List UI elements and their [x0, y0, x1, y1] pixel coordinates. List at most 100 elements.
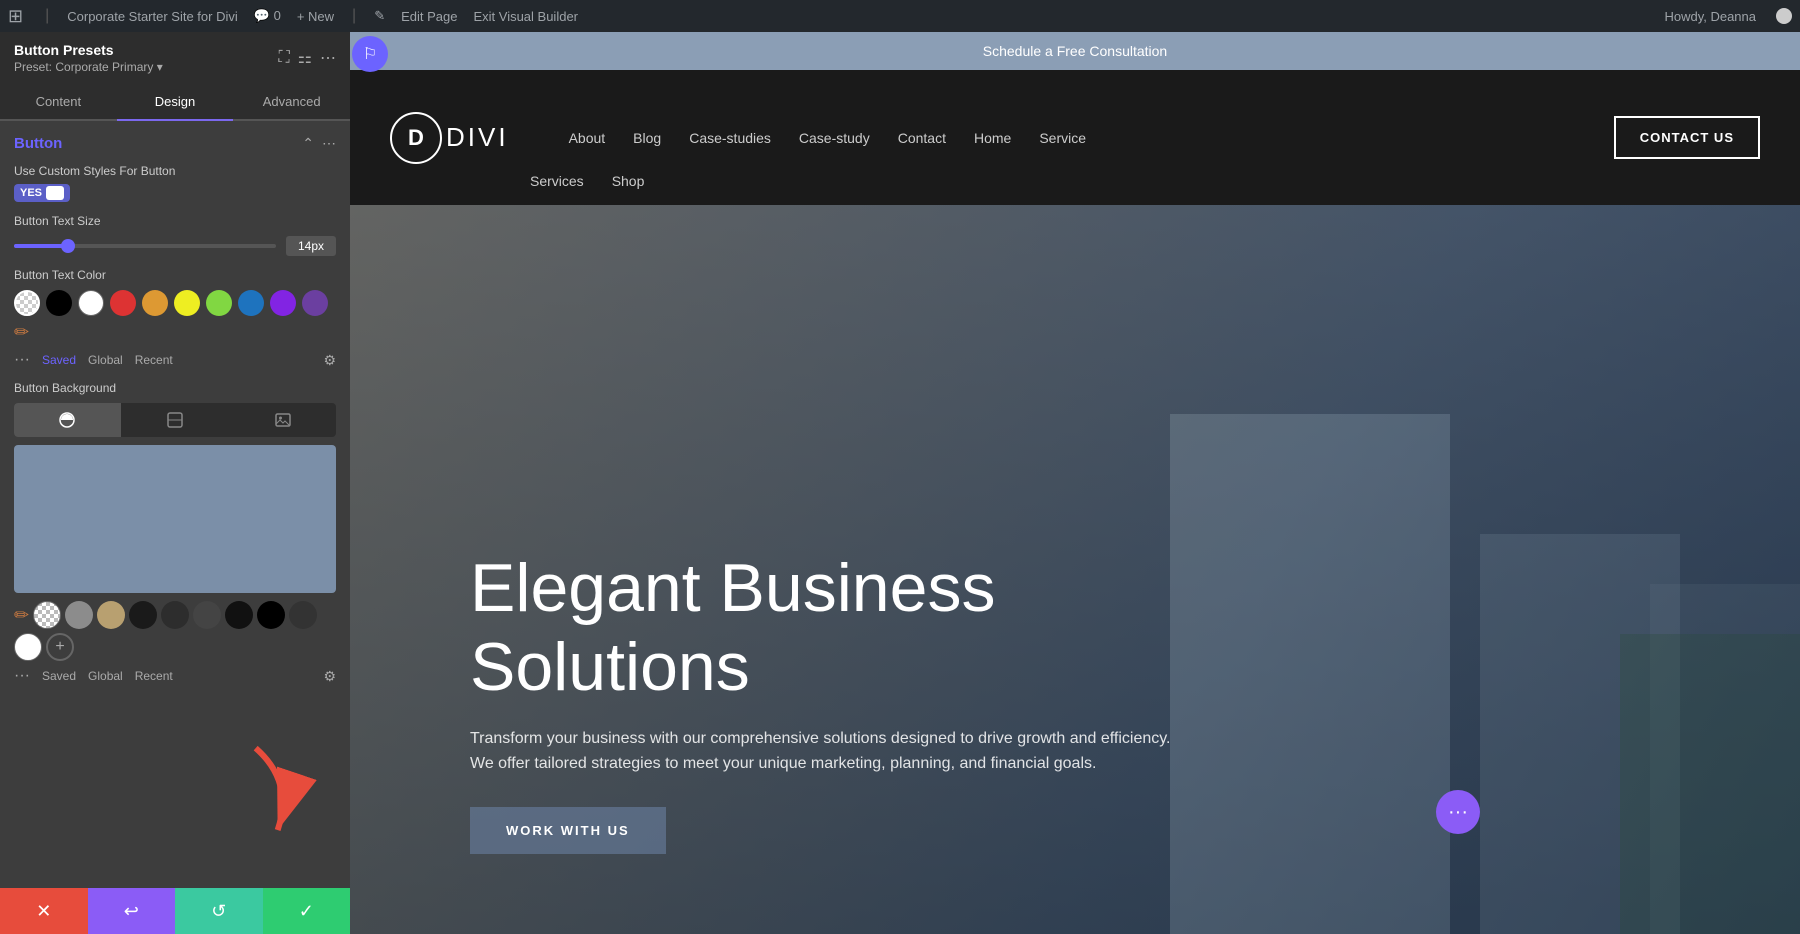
user-avatar: [1776, 8, 1792, 24]
collapse-icon[interactable]: ⌃: [302, 135, 314, 152]
panel-title: Button Presets: [14, 42, 163, 58]
nav-link-services[interactable]: Services: [530, 173, 584, 189]
cancel-icon: ✕: [36, 901, 51, 922]
color-swatch-purple[interactable]: [270, 290, 296, 316]
contact-us-button[interactable]: CONTACT US: [1614, 116, 1760, 159]
nav-link-casestudies[interactable]: Case-studies: [689, 130, 771, 146]
bg-swatch-gray[interactable]: [65, 601, 93, 629]
toggle-yes-label: YES: [20, 187, 42, 199]
saved-tab[interactable]: Saved: [42, 353, 76, 367]
save-button[interactable]: ✓: [263, 888, 351, 934]
nav-link-blog[interactable]: Blog: [633, 130, 661, 146]
reset-button[interactable]: ↩: [88, 888, 176, 934]
hero-subtitle: Transform your business with our compreh…: [470, 726, 1190, 777]
use-custom-label: Use Custom Styles For Button: [14, 164, 336, 178]
nav-link-shop[interactable]: Shop: [612, 173, 645, 189]
bg-swatch-dark5[interactable]: [289, 601, 317, 629]
hero-cta-button[interactable]: WORK WITH US: [470, 807, 666, 854]
color-swatch-white[interactable]: [78, 290, 104, 316]
site-logo[interactable]: D DIVI: [390, 112, 509, 164]
toggle-handle: [46, 186, 64, 200]
divi-float-button[interactable]: ⚐: [352, 36, 388, 72]
color-swatch-red[interactable]: [110, 290, 136, 316]
color-swatch-yellow[interactable]: [174, 290, 200, 316]
nav-link-about[interactable]: About: [569, 130, 606, 146]
slider-fill: [14, 244, 66, 248]
logo-letter: D: [408, 125, 424, 151]
tab-advanced[interactable]: Advanced: [233, 84, 350, 121]
nav-link-home[interactable]: Home: [974, 130, 1011, 146]
bg-global-tab[interactable]: Global: [88, 669, 123, 683]
color-tabs-row: ··· Saved Global Recent ⚙: [14, 351, 336, 369]
cancel-button[interactable]: ✕: [0, 888, 88, 934]
more-dots[interactable]: ···: [14, 351, 30, 369]
use-custom-toggle[interactable]: YES: [14, 184, 70, 202]
nav-link-service[interactable]: Service: [1039, 130, 1086, 146]
schedule-bar-text[interactable]: Schedule a Free Consultation: [983, 43, 1167, 59]
wp-admin-bar: ⊞ | Corporate Starter Site for Divi 💬 0 …: [0, 0, 1800, 32]
color-swatch-dark-purple[interactable]: [302, 290, 328, 316]
columns-icon[interactable]: ⚏: [298, 48, 312, 68]
pencil-icon[interactable]: ✏: [14, 322, 29, 343]
button-text-color-label: Button Text Color: [14, 268, 336, 282]
bg-pencil-icon[interactable]: ✏: [14, 605, 29, 626]
bg-recent-tab[interactable]: Recent: [135, 669, 173, 683]
bg-saved-tab[interactable]: Saved: [42, 669, 76, 683]
add-swatch-btn[interactable]: +: [46, 633, 74, 661]
bg-gradient-btn[interactable]: [122, 403, 229, 437]
color-swatch-transparent[interactable]: [14, 290, 40, 316]
button-text-size-slider-row: 14px: [14, 236, 336, 256]
bg-swatch-white[interactable]: [14, 633, 42, 661]
recent-tab[interactable]: Recent: [135, 353, 173, 367]
section-more-icon[interactable]: ⋯: [322, 135, 336, 152]
bg-swatch-transparent[interactable]: [33, 601, 61, 629]
bg-settings-icon[interactable]: ⚙: [323, 668, 336, 685]
panel-subtitle[interactable]: Preset: Corporate Primary ▾: [14, 60, 163, 74]
bg-swatch-dark4[interactable]: [225, 601, 253, 629]
color-swatch-black[interactable]: [46, 290, 72, 316]
wp-logo-icon[interactable]: ⊞: [8, 6, 23, 27]
nav-link-contact[interactable]: Contact: [898, 130, 946, 146]
site-name[interactable]: Corporate Starter Site for Divi: [67, 9, 238, 24]
bg-swatch-black[interactable]: [257, 601, 285, 629]
fullscreen-icon[interactable]: ⛶: [278, 49, 289, 67]
redo-button[interactable]: ↺: [175, 888, 263, 934]
color-swatch-green[interactable]: [206, 290, 232, 316]
edit-page-link[interactable]: Edit Page: [401, 9, 457, 24]
slider-value[interactable]: 14px: [286, 236, 336, 256]
panel-footer: ✕ ↩ ↺ ✓: [0, 888, 350, 934]
nav-link-casestudy[interactable]: Case-study: [799, 130, 870, 146]
exit-builder-link[interactable]: Exit Visual Builder: [473, 9, 578, 24]
slider-thumb[interactable]: [61, 239, 75, 253]
color-swatch-orange[interactable]: [142, 290, 168, 316]
bg-swatch-dark1[interactable]: [129, 601, 157, 629]
color-swatch-blue[interactable]: [238, 290, 264, 316]
new-post-link[interactable]: + New: [297, 9, 334, 24]
color-settings-icon[interactable]: ⚙: [323, 352, 336, 369]
schedule-bar: Schedule a Free Consultation: [350, 32, 1800, 70]
bg-image-btn[interactable]: [229, 403, 336, 437]
bg-swatch-tan[interactable]: [97, 601, 125, 629]
nav-links: About Blog Case-studies Case-study Conta…: [569, 130, 1614, 146]
hero-content: Elegant Business Solutions Transform you…: [470, 549, 1270, 854]
bg-color-tabs-row: ··· Saved Global Recent ⚙: [14, 667, 336, 685]
bg-swatch-dark2[interactable]: [161, 601, 189, 629]
logo-circle: D: [390, 112, 442, 164]
section-title: Button: [14, 135, 62, 152]
panel-content: Button ⌃ ⋯ Use Custom Styles For Button …: [0, 121, 350, 888]
site-navigation: D DIVI About Blog Case-studies Case-stud…: [350, 70, 1800, 205]
tab-design[interactable]: Design: [117, 84, 234, 121]
slider-track[interactable]: [14, 244, 276, 248]
comment-icon[interactable]: 💬 0: [254, 8, 281, 24]
color-preview-box[interactable]: [14, 445, 336, 593]
global-tab[interactable]: Global: [88, 353, 123, 367]
more-icon[interactable]: ⋯: [320, 48, 336, 68]
bg-swatch-dark3[interactable]: [193, 601, 221, 629]
bg-color-btn[interactable]: [14, 403, 121, 437]
float-dots-button[interactable]: ···: [1436, 790, 1480, 834]
tab-content[interactable]: Content: [0, 84, 117, 121]
redo-icon: ↺: [211, 901, 226, 922]
bg-type-row: [14, 403, 336, 437]
bg-more-dots[interactable]: ···: [14, 667, 30, 685]
main-site-preview: ⚐ Schedule a Free Consultation D DIVI Ab…: [350, 32, 1800, 934]
